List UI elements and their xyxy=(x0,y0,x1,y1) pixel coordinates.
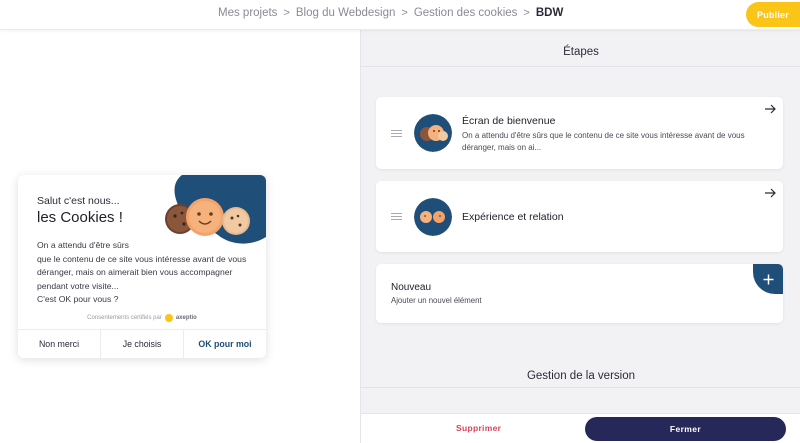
version-heading: Gestion de la version xyxy=(526,370,636,382)
banner-preview-area: Salut c'est nous... les Cookies ! On a a… xyxy=(0,30,360,443)
step-card-experience[interactable]: Expérience et relation xyxy=(376,181,783,252)
banner-body-line: On a attendu d'être sûrs xyxy=(37,240,129,250)
breadcrumb-item-projects[interactable]: Mes projets xyxy=(218,7,277,19)
publish-button[interactable]: Publier xyxy=(746,2,800,27)
experience-thumbnail xyxy=(414,198,452,236)
breadcrumb-item-blog[interactable]: Blog du Webdesign xyxy=(296,7,396,19)
certified-brand: axeptio xyxy=(175,315,197,321)
breadcrumb-separator: > xyxy=(523,7,530,19)
breadcrumb: Mes projets > Blog du Webdesign > Gestio… xyxy=(218,7,563,19)
banner-button-row: Non merci Je choisis OK pour moi xyxy=(18,329,266,358)
certified-badge: Consentements certifiés par axeptio xyxy=(18,314,266,322)
breadcrumb-separator: > xyxy=(283,7,290,19)
certified-label: Consentements certifiés par xyxy=(87,315,162,321)
step-card-welcome[interactable]: Écran de bienvenue On a attendu d'être s… xyxy=(376,97,783,169)
delete-button[interactable]: Supprimer xyxy=(456,423,501,433)
close-button[interactable]: Fermer xyxy=(585,417,786,441)
cookies-illustration xyxy=(165,175,266,244)
breadcrumb-item-cookies[interactable]: Gestion des cookies xyxy=(414,7,518,19)
step-title: Expérience et relation xyxy=(462,211,564,223)
step-description: On a attendu d'être sûrs que le contenu … xyxy=(462,131,745,153)
divider xyxy=(361,66,800,67)
new-step-description: Ajouter un nouvel élément xyxy=(391,296,482,305)
banner-title: les Cookies ! xyxy=(37,209,123,226)
banner-body-line: C'est OK pour vous ? xyxy=(37,294,119,305)
reject-cookies-button[interactable]: Non merci xyxy=(18,330,101,358)
drag-handle-icon[interactable] xyxy=(391,213,402,220)
arrow-right-icon[interactable] xyxy=(759,181,783,205)
banner-body-line: déranger, mais on aimerait bien vous acc… xyxy=(37,267,233,278)
top-bar: Mes projets > Blog du Webdesign > Gestio… xyxy=(0,0,800,30)
divider xyxy=(361,387,800,388)
axeptio-logo-icon xyxy=(164,314,173,322)
step-title: Écran de bienvenue xyxy=(462,115,556,127)
banner-greeting: Salut c'est nous... xyxy=(37,195,120,207)
welcome-thumbnail xyxy=(414,114,452,152)
breadcrumb-separator: > xyxy=(401,7,408,19)
banner-body-text: On a attendu d'être sûrs que le contenu … xyxy=(37,239,262,307)
cookie-banner-preview: Salut c'est nous... les Cookies ! On a a… xyxy=(18,175,266,358)
drag-handle-icon[interactable] xyxy=(391,130,402,137)
choose-cookies-button[interactable]: Je choisis xyxy=(101,330,184,358)
steps-heading: Étapes xyxy=(563,46,599,58)
bottom-action-bar: Supprimer Fermer xyxy=(361,413,800,443)
banner-body-line: que le contenu de ce site vous intéresse… xyxy=(37,253,247,264)
plus-icon[interactable] xyxy=(753,264,783,294)
add-new-step-card[interactable]: Nouveau Ajouter un nouvel élément xyxy=(376,264,783,323)
banner-body-line: pendant votre visite... xyxy=(37,280,119,291)
accept-cookies-button[interactable]: OK pour moi xyxy=(184,330,266,358)
new-step-title: Nouveau xyxy=(391,282,432,293)
arrow-right-icon[interactable] xyxy=(759,97,783,121)
steps-panel: Étapes Écran de bienvenue On a attendu d… xyxy=(360,30,800,443)
breadcrumb-current: BDW xyxy=(535,7,564,19)
